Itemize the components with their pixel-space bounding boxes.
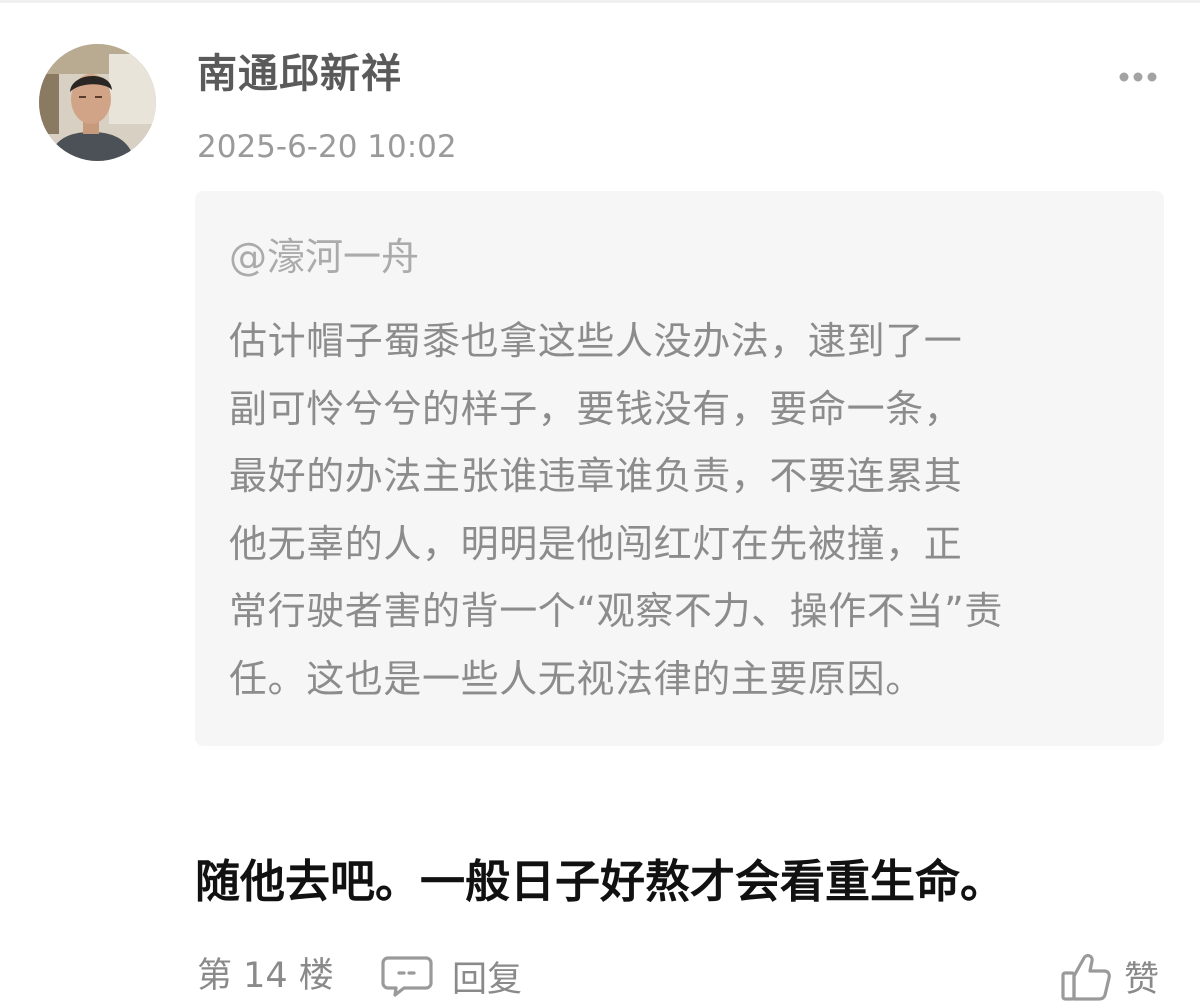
thumbs-up-icon <box>1061 953 1111 1001</box>
quote-text: 估计帽子蜀黍也拿这些人没办法，逮到了一 副可怜兮兮的样子，要钱没有，要命一条， … <box>229 308 1139 713</box>
quote-line: 常行驶者害的背一个“观察不力、操作不当”责 <box>229 589 1003 633</box>
reply-text: 随他去吧。一般日子好熬才会看重生命。 <box>195 855 1006 908</box>
quote-line: 他无辜的人，明明是他闯红灯在先被撞，正 <box>229 521 963 566</box>
quote-line: 估计帽子蜀黍也拿这些人没办法，逮到了一 <box>229 319 963 363</box>
more-options-button[interactable] <box>1114 60 1162 94</box>
avatar-photo <box>39 44 156 161</box>
like-button[interactable]: 赞 <box>1060 950 1159 1003</box>
reply-label: 回复 <box>452 959 523 1000</box>
top-divider <box>0 0 1200 3</box>
comment-timestamp: 2025-6-20 10:02 <box>197 129 457 165</box>
comment-bubble-icon <box>381 956 433 997</box>
more-dots-icon <box>1119 72 1157 82</box>
floor-number: 第 14 楼 <box>197 956 334 996</box>
quote-mention[interactable]: @濠河一舟 <box>229 230 419 284</box>
reply-button[interactable]: 回复 <box>380 950 522 1002</box>
quote-line: 最好的办法主张谁违章谁负责，不要连累其 <box>229 454 963 498</box>
avatar[interactable] <box>39 44 156 161</box>
author-name[interactable]: 南通邱新祥 <box>197 46 402 102</box>
quote-line: 副可怜兮兮的样子，要钱没有，要命一条， <box>229 386 963 431</box>
like-label: 赞 <box>1124 960 1160 1000</box>
quote-line: 任。这也是一些人无视法律的主要原因。 <box>229 656 924 701</box>
